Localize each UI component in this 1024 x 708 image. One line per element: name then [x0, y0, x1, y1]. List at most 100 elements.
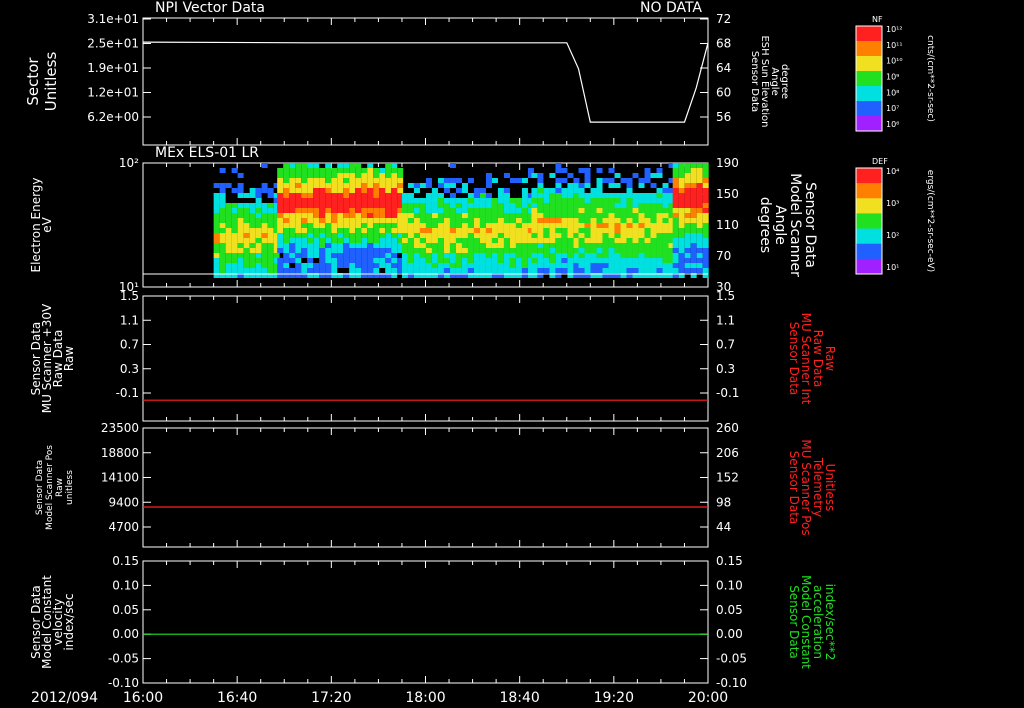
heatmap-cell [662, 203, 669, 208]
heatmap-cell [425, 263, 432, 268]
heatmap-cell [614, 213, 621, 218]
heatmap-cell [283, 218, 290, 223]
heatmap-cell [696, 263, 703, 268]
heatmap-cell [367, 233, 374, 238]
heatmap-cell [391, 258, 398, 263]
heatmap-cell [662, 213, 669, 218]
heatmap-cell [578, 213, 585, 218]
heatmap-cell [584, 223, 591, 228]
heatmap-cell [425, 228, 432, 233]
heatmap-cell [620, 178, 627, 183]
heatmap-cell [355, 163, 362, 168]
heatmap-cell [696, 178, 703, 183]
heatmap-cell [283, 208, 290, 213]
heatmap-cell [397, 183, 404, 188]
heatmap-cell [521, 258, 528, 263]
heatmap-cell [319, 223, 326, 228]
heatmap-cell [690, 268, 697, 273]
heatmap-cell [632, 208, 639, 213]
colorbar-tick-label: 10⁸ [886, 88, 899, 97]
heatmap-cell [656, 248, 663, 253]
heatmap-cell [626, 258, 633, 263]
heatmap-cell [219, 198, 226, 203]
heatmap-cell [561, 228, 568, 233]
heatmap-cell [391, 203, 398, 208]
heatmap-cell [289, 233, 296, 238]
heatmap-cell [690, 228, 697, 233]
heatmap-cell [231, 233, 238, 238]
heatmap-cell [696, 203, 703, 208]
heatmap-cell [231, 223, 238, 228]
heatmap-cell [662, 238, 669, 243]
heatmap-cell [449, 223, 456, 228]
heatmap-cell [319, 218, 326, 223]
heatmap-cell [249, 193, 256, 198]
heatmap-cell [578, 228, 585, 233]
heatmap-cell [608, 208, 615, 213]
right-tick-label: -0.05 [716, 652, 747, 666]
right-axis-label: MU Scanner Int [799, 313, 813, 405]
heatmap-cell [638, 198, 645, 203]
heatmap-cell [503, 218, 510, 223]
heatmap-cell [584, 178, 591, 183]
heatmap-cell [455, 248, 462, 253]
time-tick-label: 20:00 [688, 690, 728, 706]
heatmap-cell [355, 168, 362, 173]
heatmap-cell [349, 233, 356, 238]
heatmap-cell [662, 188, 669, 193]
right-axis-label: Raw Data [811, 330, 825, 388]
colorbar-tick-label: 10¹¹ [886, 41, 903, 50]
heatmap-cell [273, 253, 280, 258]
heatmap-cell [255, 243, 262, 248]
heatmap-cell [379, 238, 386, 243]
heatmap-cell [319, 248, 326, 253]
heatmap-cell [678, 248, 685, 253]
heatmap-cell [385, 163, 392, 168]
heatmap-cell [473, 213, 480, 218]
heatmap-cell [503, 233, 510, 238]
heatmap-cell [567, 173, 574, 178]
heatmap-cell [261, 233, 268, 238]
heatmap-cell [331, 173, 338, 178]
heatmap-cell [385, 233, 392, 238]
heatmap-cell [449, 228, 456, 233]
heatmap-cell [567, 198, 574, 203]
heatmap-cell [249, 188, 256, 193]
heatmap-cell [656, 218, 663, 223]
heatmap-cell [503, 208, 510, 213]
heatmap-cell [632, 223, 639, 228]
heatmap-cell [319, 168, 326, 173]
heatmap-cell [307, 243, 314, 248]
heatmap-cell [307, 238, 314, 243]
heatmap-cell [485, 248, 492, 253]
heatmap-cell [391, 243, 398, 248]
heatmap-cell [343, 198, 350, 203]
heatmap-cell [461, 218, 468, 223]
heatmap-cell [219, 193, 226, 198]
heatmap-cell [225, 208, 232, 213]
heatmap-cell [467, 193, 474, 198]
heatmap-cell [319, 208, 326, 213]
heatmap-cell [449, 163, 456, 168]
heatmap-cell [219, 253, 226, 258]
heatmap-cell [407, 248, 414, 253]
heatmap-cell [531, 253, 538, 258]
heatmap-cell [367, 263, 374, 268]
heatmap-cell [277, 238, 284, 243]
heatmap-cell [361, 223, 368, 228]
heatmap-cell [425, 218, 432, 223]
heatmap-cell [561, 263, 568, 268]
heatmap-cell [219, 268, 226, 273]
left-tick-label: 14100 [101, 471, 139, 485]
heatmap-cell [249, 238, 256, 243]
heatmap-cell [509, 208, 516, 213]
heatmap-cell [443, 188, 450, 193]
heatmap-cell [620, 253, 627, 258]
heatmap-cell [261, 268, 268, 273]
heatmap-cell [614, 263, 621, 268]
heatmap-cell [401, 198, 408, 203]
heatmap-cell [672, 213, 679, 218]
heatmap-cell [638, 248, 645, 253]
heatmap-cell [449, 198, 456, 203]
heatmap-cell [543, 188, 550, 193]
